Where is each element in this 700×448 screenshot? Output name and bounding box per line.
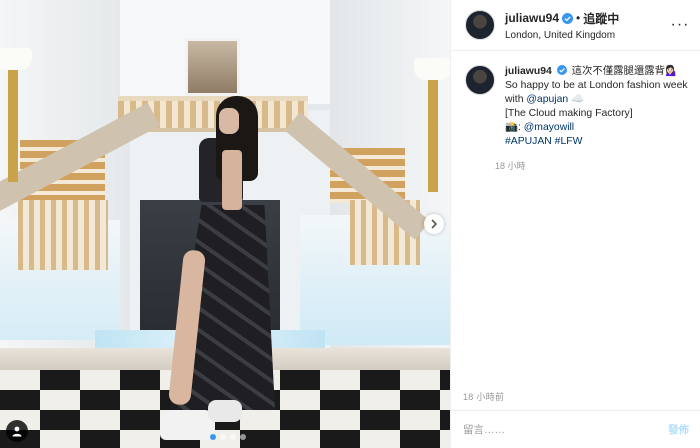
hashtag-link[interactable]: #LFW bbox=[555, 136, 583, 147]
header-user-row: juliawu94 • 追蹤中 bbox=[505, 10, 668, 27]
post-header: juliawu94 • 追蹤中 London, United Kingdom ·… bbox=[451, 0, 700, 51]
photo-person-shoe-back bbox=[208, 400, 242, 422]
caption-block: juliawu94 這次不僅露腿還露背💁🏻‍♀️ So happy to be … bbox=[451, 51, 700, 172]
carousel-dot bbox=[210, 434, 216, 440]
comment-bar: 發佈 bbox=[451, 410, 700, 448]
mention-link[interactable]: @mayowill bbox=[524, 122, 574, 133]
photo-person-back bbox=[222, 150, 242, 210]
photo-baluster-left bbox=[18, 200, 108, 270]
user-tag-icon bbox=[12, 426, 22, 437]
comment-input[interactable] bbox=[463, 423, 668, 436]
carousel-dot bbox=[220, 434, 226, 440]
header-text: juliawu94 • 追蹤中 London, United Kingdom bbox=[505, 10, 668, 41]
photo-person-face bbox=[219, 108, 239, 134]
header-separator: • bbox=[576, 11, 581, 25]
caption-emoji-3: 📸 bbox=[505, 122, 518, 133]
verified-badge-icon bbox=[556, 65, 567, 75]
photo-upper-door bbox=[185, 38, 240, 96]
caption-line-2: So happy to be at London fashion week bbox=[505, 80, 688, 91]
caption-line-4: [The Cloud making Factory] bbox=[505, 108, 633, 119]
carousel-indicator bbox=[210, 434, 246, 440]
caption-avatar[interactable] bbox=[465, 65, 495, 95]
caption-emoji-2: ☁️ bbox=[571, 94, 584, 105]
caption-timestamp[interactable]: 18 小時 bbox=[495, 159, 688, 172]
caption-line-3-prefix: with bbox=[505, 94, 527, 105]
post-side-panel: juliawu94 • 追蹤中 London, United Kingdom ·… bbox=[450, 0, 700, 448]
carousel-dot bbox=[240, 434, 246, 440]
more-options-icon[interactable]: ··· bbox=[668, 13, 692, 37]
post-location[interactable]: London, United Kingdom bbox=[505, 30, 668, 41]
chevron-right-icon bbox=[431, 219, 438, 229]
following-button[interactable]: 追蹤中 bbox=[583, 10, 619, 27]
caption-text: juliawu94 這次不僅露腿還露背💁🏻‍♀️ So happy to be … bbox=[505, 65, 688, 149]
caption-body: juliawu94 這次不僅露腿還露背💁🏻‍♀️ So happy to be … bbox=[495, 65, 688, 172]
mention-link[interactable]: @apujan bbox=[526, 94, 568, 105]
author-avatar[interactable] bbox=[465, 10, 495, 40]
caption-username[interactable]: juliawu94 bbox=[505, 66, 552, 77]
carousel-dot bbox=[230, 434, 236, 440]
post-comment-button[interactable]: 發佈 bbox=[668, 422, 689, 437]
verified-badge-icon bbox=[562, 12, 574, 24]
user-tag-button[interactable] bbox=[6, 420, 28, 442]
photo-person-shoe bbox=[160, 410, 215, 440]
post-photo[interactable] bbox=[0, 0, 450, 448]
caption-line-1: 這次不僅露腿還露背 bbox=[571, 66, 666, 77]
caption-emoji-1: 💁🏻‍♀️ bbox=[665, 66, 679, 77]
post-timestamp[interactable]: 18 小時前 bbox=[463, 390, 504, 403]
photo-lamp-left bbox=[0, 48, 32, 182]
hashtag-link[interactable]: #APUJAN bbox=[505, 136, 552, 147]
author-username[interactable]: juliawu94 bbox=[505, 11, 559, 25]
photo-lamp-right bbox=[414, 58, 450, 192]
carousel-next-button[interactable] bbox=[424, 214, 444, 234]
